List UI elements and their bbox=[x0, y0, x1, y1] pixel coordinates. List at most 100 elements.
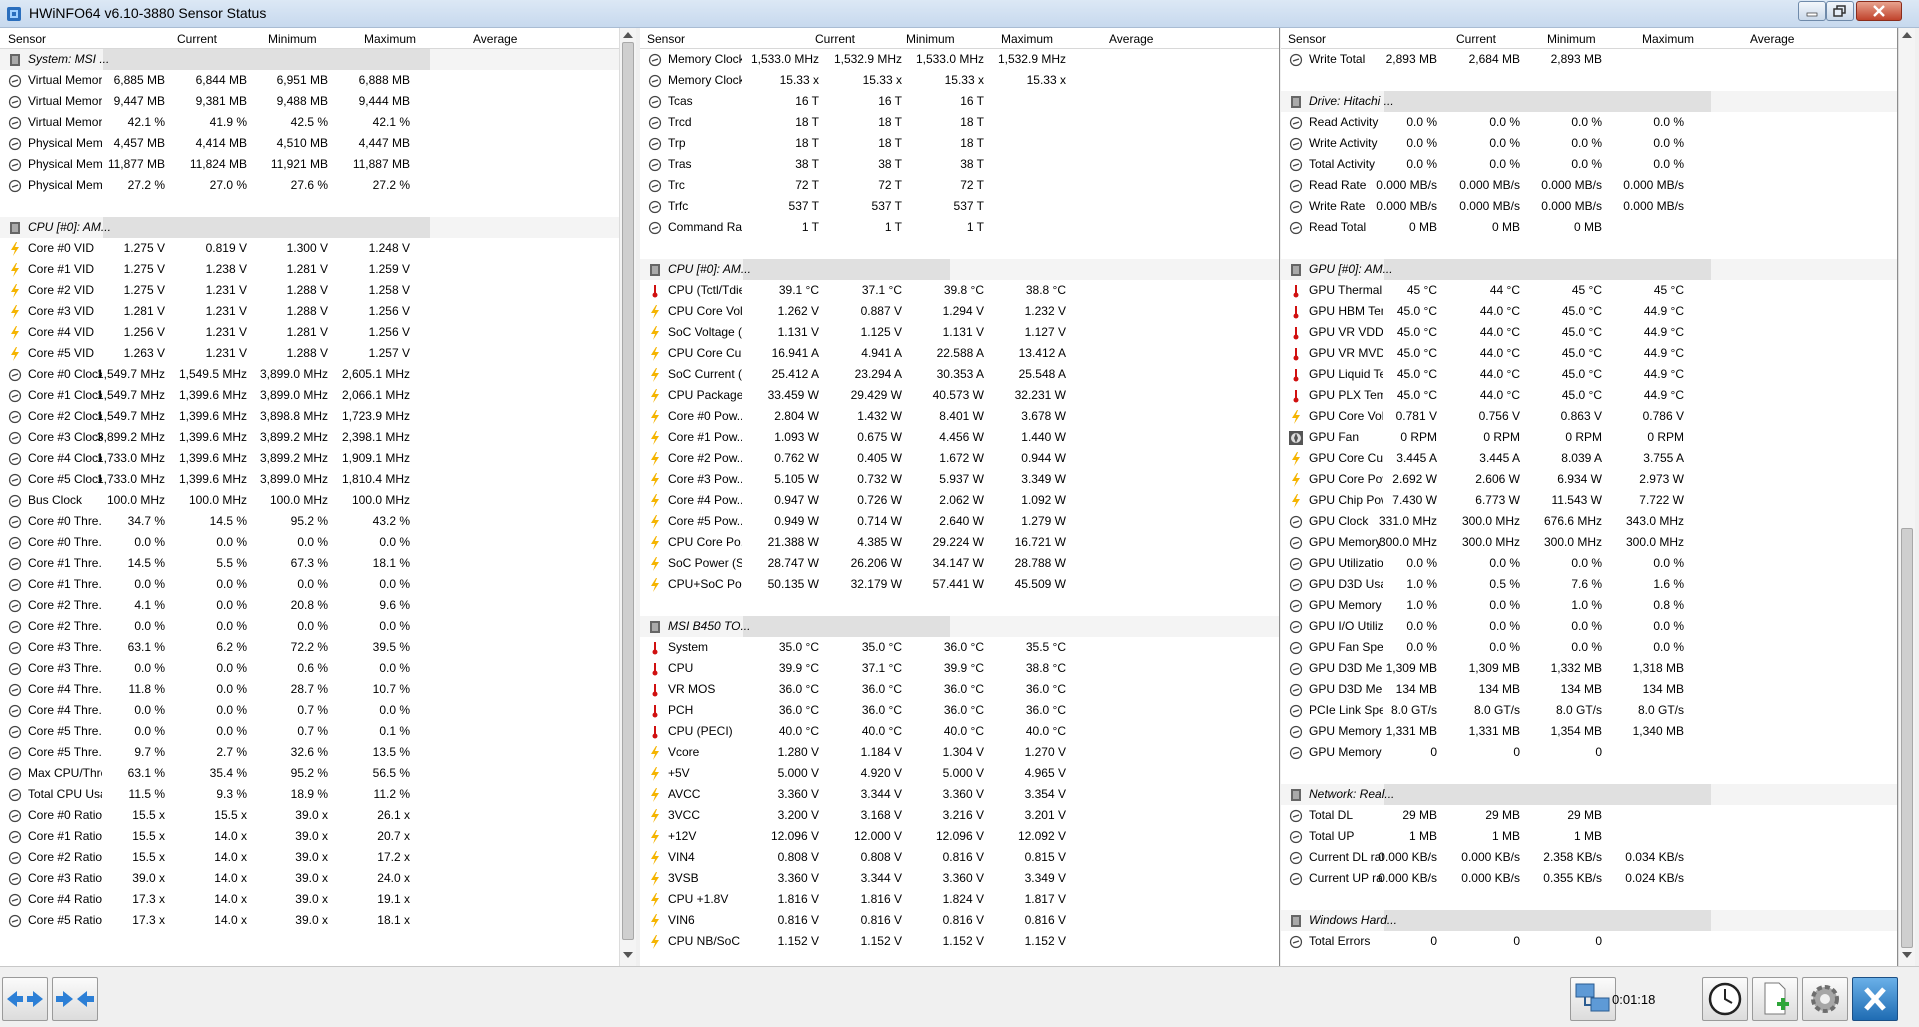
sensor-row[interactable]: GPU D3D Mem... 134 MB 134 MB 134 MB 134 MB bbox=[1281, 679, 1897, 700]
sensor-row[interactable]: Write Rate 0.000 MB/s 0.000 MB/s 0.000 MB/s… bbox=[1281, 196, 1897, 217]
sensor-row[interactable]: Core #3 Thre... 0.0 % 0.0 % 0.6 % 0.0 % bbox=[0, 658, 623, 679]
sensor-row[interactable]: Tras 38 T 38 T 38 T bbox=[640, 154, 1279, 175]
scroll-thumb[interactable] bbox=[622, 42, 634, 940]
sensor-row[interactable]: Total Errors 0 0 0 bbox=[1281, 931, 1897, 952]
sensor-row[interactable]: GPU Memory C...300.0 MHz300.0 MHz300.0 M… bbox=[1281, 532, 1897, 553]
sensor-row[interactable]: Core #5 Pow... 0.949 W 0.714 W 2.640 W 1.279… bbox=[640, 511, 1279, 532]
sensor-row[interactable]: Virtual Memor... 9,447 MB 9,381 MB 9,488 MB… bbox=[0, 91, 623, 112]
collapse-columns-button[interactable] bbox=[52, 977, 98, 1021]
sensor-row[interactable]: VIN6 0.816 V 0.816 V 0.816 V 0.816 V bbox=[640, 910, 1279, 931]
sensor-row[interactable]: Core #5 Ratio 17.3 x 14.0 x 39.0 x 18.1 x bbox=[0, 910, 623, 931]
sensor-row[interactable]: Virtual Memor... 42.1 % 41.9 % 42.5 % 42.1 % bbox=[0, 112, 623, 133]
sensor-row[interactable]: Read Activity 0.0 % 0.0 % 0.0 % 0.0 % bbox=[1281, 112, 1897, 133]
sensor-row[interactable]: GPU Memory E... 0 0 0 bbox=[1281, 742, 1897, 763]
pane-1-scrollbar[interactable] bbox=[619, 28, 636, 966]
column-maximum[interactable]: Maximum bbox=[1642, 32, 1694, 46]
sensor-row[interactable]: CPU +1.8V 1.816 V 1.816 V 1.824 V 1.817 V bbox=[640, 889, 1279, 910]
column-average[interactable]: Average bbox=[1109, 32, 1153, 46]
sensor-row[interactable]: Core #2 Clock...1,549.7 MHz 1,399.6 MHz 3,… bbox=[0, 406, 623, 427]
sensor-group-header[interactable]: GPU [#0]: AM... bbox=[1281, 259, 1897, 280]
sensor-row[interactable]: GPU HBM Tem... 45.0 °C 44.0 °C 45.0 °C 44.9 … bbox=[1281, 301, 1897, 322]
expand-columns-button[interactable] bbox=[2, 977, 48, 1021]
sensor-row[interactable]: GPU D3D Usage 1.0 % 0.5 % 7.6 % 1.6 % bbox=[1281, 574, 1897, 595]
sensor-group-header[interactable]: Network: Real... bbox=[1281, 784, 1897, 805]
sensor-group-header[interactable]: Drive: Hitachi ... bbox=[1281, 91, 1897, 112]
sensor-row[interactable]: Trcd 18 T 18 T 18 T bbox=[640, 112, 1279, 133]
sensor-row[interactable]: GPU Memory C... 1.0 % 0.0 % 1.0 % 0.8 % bbox=[1281, 595, 1897, 616]
sensor-row[interactable]: VIN4 0.808 V 0.808 V 0.816 V 0.815 V bbox=[640, 847, 1279, 868]
sensor-row[interactable]: CPU (Tctl/Tdie) 39.1 °C 37.1 °C 39.8 °C 38.8… bbox=[640, 280, 1279, 301]
sensor-row[interactable]: CPU Core Volt... 1.262 V 0.887 V 1.294 V 1.2… bbox=[640, 301, 1279, 322]
sensor-row[interactable]: Total DL 29 MB 29 MB 29 MB bbox=[1281, 805, 1897, 826]
close-window-button[interactable] bbox=[1856, 1, 1902, 21]
sensor-row[interactable]: Core #3 VID 1.281 V 1.231 V 1.288 V 1.256 V bbox=[0, 301, 623, 322]
sensor-row[interactable]: Core #4 VID 1.256 V 1.231 V 1.281 V 1.256 V bbox=[0, 322, 623, 343]
sensor-row[interactable]: Total Activity 0.0 % 0.0 % 0.0 % 0.0 % bbox=[1281, 154, 1897, 175]
sensor-row[interactable]: GPU VR VDDC ... 45.0 °C 44.0 °C 45.0 °C 44.9… bbox=[1281, 322, 1897, 343]
sensor-row[interactable]: SoC Voltage (... 1.131 V 1.125 V 1.131 V 1.1… bbox=[640, 322, 1279, 343]
sensor-row[interactable]: CPU 39.9 °C 37.1 °C 39.9 °C 38.8 °C bbox=[640, 658, 1279, 679]
log-file-button[interactable] bbox=[1752, 977, 1798, 1021]
scroll-up-arrow-icon[interactable] bbox=[1902, 32, 1912, 38]
sensor-row[interactable]: Memory Clock 1,533.0 MHz 1,532.9 MHz 1,533.… bbox=[640, 49, 1279, 70]
column-minimum[interactable]: Minimum bbox=[1547, 32, 1596, 46]
sensor-row[interactable]: Trfc 537 T 537 T 537 T bbox=[640, 196, 1279, 217]
sensor-row[interactable]: Memory Clock... 15.33 x 15.33 x 15.33 x 15.3… bbox=[640, 70, 1279, 91]
sensor-row[interactable]: GPU Fan Speed 0.0 % 0.0 % 0.0 % 0.0 % bbox=[1281, 637, 1897, 658]
sensor-row[interactable]: GPU I/O Utiliza... 0.0 % 0.0 % 0.0 % 0.0 % bbox=[1281, 616, 1897, 637]
sensor-row[interactable]: Core #1 VID 1.275 V 1.238 V 1.281 V 1.259 V bbox=[0, 259, 623, 280]
sensor-row[interactable]: GPU Core Volt... 0.781 V 0.756 V 0.863 V 0.7… bbox=[1281, 406, 1897, 427]
scroll-thumb[interactable] bbox=[1901, 528, 1913, 948]
sensor-row[interactable]: Core #0 Clock...1,549.7 MHz 1,549.5 MHz 3,… bbox=[0, 364, 623, 385]
sensor-row[interactable]: GPU Utilization 0.0 % 0.0 % 0.0 % 0.0 % bbox=[1281, 553, 1897, 574]
sensor-row[interactable]: Core #0 Pow... 2.804 W 1.432 W 8.401 W 3.678… bbox=[640, 406, 1279, 427]
column-maximum[interactable]: Maximum bbox=[364, 32, 416, 46]
sensor-row[interactable]: Tcas 16 T 16 T 16 T bbox=[640, 91, 1279, 112]
sensor-row[interactable]: SoC Current (... 25.412 A 23.294 A 30.353 A… bbox=[640, 364, 1279, 385]
sensor-row[interactable]: Physical Memo... 4,457 MB 4,414 MB 4,510 MB… bbox=[0, 133, 623, 154]
sensor-group-header[interactable]: CPU [#0]: AM... bbox=[640, 259, 1279, 280]
sensor-row[interactable]: +12V 12.096 V 12.000 V 12.096 V 12.092 V bbox=[640, 826, 1279, 847]
sensor-row[interactable]: Core #4 Pow... 0.947 W 0.726 W 2.062 W 1.092… bbox=[640, 490, 1279, 511]
sensor-row[interactable]: Read Rate 0.000 MB/s 0.000 MB/s 0.000 MB/s 0… bbox=[1281, 175, 1897, 196]
sensor-row[interactable]: CPU Core Po... 21.388 W 4.385 W 29.224 W 16.… bbox=[640, 532, 1279, 553]
sensor-row[interactable]: Trp 18 T 18 T 18 T bbox=[640, 133, 1279, 154]
sensor-row[interactable]: PCIe Link Speed 8.0 GT/s 8.0 GT/s 8.0 GT/s 8… bbox=[1281, 700, 1897, 721]
sensor-row[interactable]: Total CPU Usage 11.5 % 9.3 % 18.9 % 11.2 % bbox=[0, 784, 623, 805]
scroll-up-arrow-icon[interactable] bbox=[623, 32, 633, 38]
sensor-row[interactable]: AVCC 3.360 V 3.344 V 3.360 V 3.354 V bbox=[640, 784, 1279, 805]
sensor-row[interactable]: CPU (PECI) 40.0 °C 40.0 °C 40.0 °C 40.0 °C bbox=[640, 721, 1279, 742]
sensor-row[interactable]: Core #4 Ratio 17.3 x 14.0 x 39.0 x 19.1 x bbox=[0, 889, 623, 910]
sensor-row[interactable]: Bus Clock 100.0 MHz 100.0 MHz 100.0 MHz 100.… bbox=[0, 490, 623, 511]
settings-button[interactable] bbox=[1802, 977, 1848, 1021]
column-minimum[interactable]: Minimum bbox=[268, 32, 317, 46]
sensor-row[interactable]: CPU Core Cur... 16.941 A 4.941 A 22.588 A 13… bbox=[640, 343, 1279, 364]
sensor-row[interactable]: Trc 72 T 72 T 72 T bbox=[640, 175, 1279, 196]
sensor-row[interactable]: Core #1 Clock...1,549.7 MHz 1,399.6 MHz 3,… bbox=[0, 385, 623, 406]
sensor-row[interactable]: SoC Power (S... 28.747 W 26.206 W 34.147 W 2… bbox=[640, 553, 1279, 574]
sensor-group-header[interactable]: System: MSI ... bbox=[0, 49, 623, 70]
column-average[interactable]: Average bbox=[1750, 32, 1794, 46]
sensor-row[interactable]: Core #2 Thre... 4.1 % 0.0 % 20.8 % 9.6 % bbox=[0, 595, 623, 616]
sensor-row[interactable]: Core #5 Thre... 0.0 % 0.0 % 0.7 % 0.1 % bbox=[0, 721, 623, 742]
sensor-row[interactable]: Core #1 Pow... 1.093 W 0.675 W 4.456 W 1.440… bbox=[640, 427, 1279, 448]
sensor-row[interactable]: Current UP rate0.000 KB/s0.000 KB/s0.355… bbox=[1281, 868, 1897, 889]
sensor-group-header[interactable]: MSI B450 TO... bbox=[640, 616, 1279, 637]
sensor-row[interactable]: Core #1 Thre... 14.5 % 5.5 % 67.3 % 18.1 % bbox=[0, 553, 623, 574]
sensor-row[interactable]: +5V 5.000 V 4.920 V 5.000 V 4.965 V bbox=[640, 763, 1279, 784]
pane-3-scrollbar[interactable] bbox=[1898, 28, 1915, 966]
sensor-row[interactable]: Core #4 Clock...1,733.0 MHz 1,399.6 MHz 3,… bbox=[0, 448, 623, 469]
sensor-row[interactable]: Command Rate 1 T 1 T 1 T bbox=[640, 217, 1279, 238]
sensor-row[interactable]: Core #5 Thre... 9.7 % 2.7 % 32.6 % 13.5 % bbox=[0, 742, 623, 763]
sensor-row[interactable]: Core #3 Thre... 63.1 % 6.2 % 72.2 % 39.5 % bbox=[0, 637, 623, 658]
sensor-row[interactable]: GPU Clock 331.0 MHz 300.0 MHz 676.6 MHz 343.… bbox=[1281, 511, 1897, 532]
close-button[interactable] bbox=[1852, 977, 1898, 1021]
sensor-row[interactable]: Core #1 Ratio 15.5 x 14.0 x 39.0 x 20.7 x bbox=[0, 826, 623, 847]
sensor-row[interactable]: Virtual Memor... 6,885 MB 6,844 MB 6,951 MB… bbox=[0, 70, 623, 91]
sensor-group-header[interactable]: CPU [#0]: AM... bbox=[0, 217, 623, 238]
sensor-row[interactable]: Core #2 Pow... 0.762 W 0.405 W 1.672 W 0.944… bbox=[640, 448, 1279, 469]
sensor-row[interactable]: CPU NB/SoC 1.152 V 1.152 V 1.152 V 1.152 V bbox=[640, 931, 1279, 952]
sensor-row[interactable]: Vcore 1.280 V 1.184 V 1.304 V 1.270 V bbox=[640, 742, 1279, 763]
column-current[interactable]: Current bbox=[815, 32, 855, 46]
maximize-button[interactable] bbox=[1826, 1, 1854, 21]
